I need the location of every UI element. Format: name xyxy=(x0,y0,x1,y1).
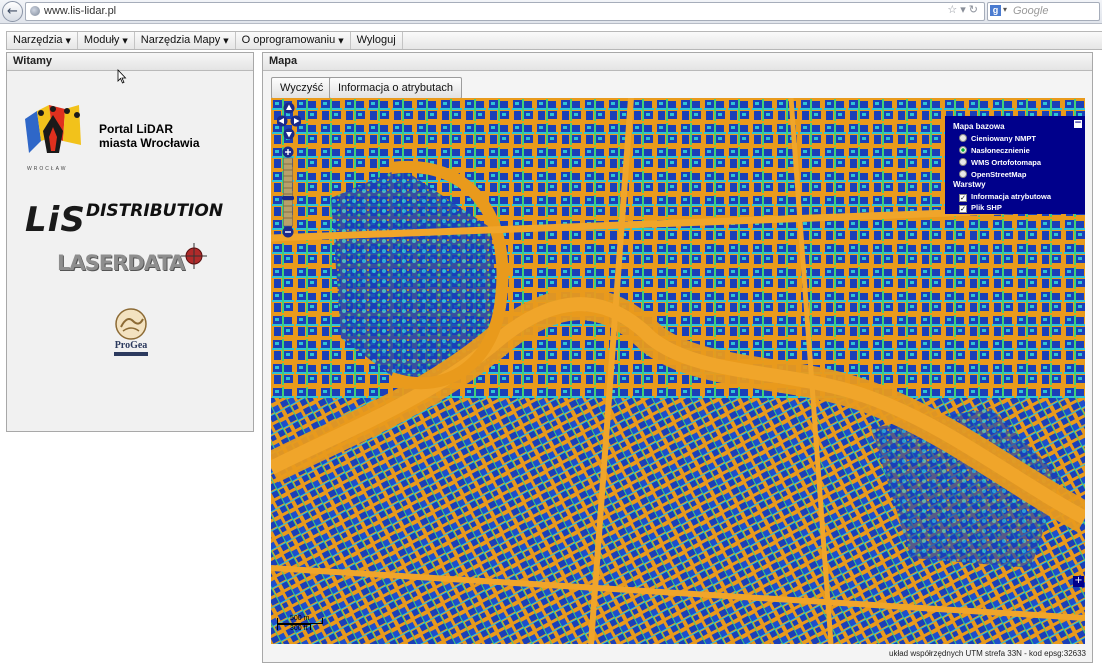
lis-logo-letters: LiS xyxy=(25,200,86,240)
address-bar[interactable]: www.lis-lidar.pl ☆▾↻ xyxy=(25,2,985,21)
overlay-option[interactable]: ✓ Plik SHP xyxy=(959,203,1002,213)
overview-map-toggle-icon[interactable]: + xyxy=(1073,576,1084,587)
progea-logo: ProGea xyxy=(111,307,151,357)
search-field[interactable]: g ▾ Google xyxy=(987,2,1100,21)
menu-label: Wyloguj xyxy=(356,34,396,46)
scale-bar-imperial: 300 ft xyxy=(277,624,311,632)
scale-label-imperial: 300 ft xyxy=(290,625,308,632)
base-layer-heading: Mapa bazowa xyxy=(953,122,1005,131)
menu-label: Moduły xyxy=(83,34,120,46)
radio-icon[interactable] xyxy=(959,170,967,178)
wroclaw-logo xyxy=(25,105,81,153)
globe-icon xyxy=(30,6,40,16)
url-text: www.lis-lidar.pl xyxy=(44,5,117,17)
google-icon[interactable]: g xyxy=(990,5,1001,16)
radio-icon[interactable] xyxy=(959,134,967,142)
base-layer-option[interactable]: OpenStreetMap xyxy=(959,170,1026,179)
menu-narzedzia-mapy[interactable]: Narzędzia Mapy ▼ xyxy=(135,32,236,49)
scale-label-metric: 500 m xyxy=(290,615,310,622)
base-layer-label: Cieniowany NMPT xyxy=(971,134,1037,143)
checkbox-checked-icon[interactable]: ✓ xyxy=(959,205,967,213)
base-layer-label: Nasłonecznienie xyxy=(971,146,1030,155)
welcome-panel: Witamy WROCŁAW Portal LiDAR miasta Wrocł… xyxy=(6,52,254,432)
chevron-down-icon: ▼ xyxy=(65,37,71,45)
progea-emblem-icon xyxy=(115,308,147,340)
crosshair-icon xyxy=(181,243,207,269)
menu-o-oprogramowaniu[interactable]: O oprogramowaniu ▼ xyxy=(236,32,351,49)
minimize-icon[interactable]: − xyxy=(1074,119,1082,128)
clear-button[interactable]: Wyczyść xyxy=(271,77,333,99)
checkbox-checked-icon[interactable]: ✓ xyxy=(959,194,967,202)
map-canvas[interactable]: 500 m 300 ft − Mapa bazowa Cieniowany NM… xyxy=(271,98,1085,644)
lis-logo-distribution: DISTRIBUTION xyxy=(86,201,224,221)
coordinate-system-status: układ współrzędnych UTM strefa 33N - kod… xyxy=(889,649,1086,658)
progea-text: ProGea xyxy=(114,340,148,351)
main-menu: Narzędzia ▼ Moduły ▼ Narzędzia Mapy ▼ O opr… xyxy=(6,31,1102,50)
menu-wyloguj[interactable]: Wyloguj xyxy=(351,32,403,49)
attribute-info-button[interactable]: Informacja o atrybutach xyxy=(329,77,462,99)
laserdata-text: LASERDATA xyxy=(57,251,185,275)
layer-switcher: − Mapa bazowa Cieniowany NMPT Nasłoneczn… xyxy=(945,116,1085,214)
base-layer-label: OpenStreetMap xyxy=(971,170,1027,179)
radio-selected-icon[interactable] xyxy=(959,146,967,154)
back-button[interactable]: ← xyxy=(2,1,23,22)
portal-title: Portal LiDAR miasta Wrocławia xyxy=(99,122,239,150)
bookmark-star-icon[interactable]: ☆▾↻ xyxy=(947,3,981,16)
search-placeholder: Google xyxy=(1013,5,1049,17)
menu-moduly[interactable]: Moduły ▼ xyxy=(78,32,135,49)
overlay-heading: Warstwy xyxy=(953,180,986,189)
lis-distribution-logo: LiS DISTRIBUTION xyxy=(25,200,250,240)
menu-label: Narzędzia xyxy=(13,34,63,46)
portal-title-line2: miasta Wrocławia xyxy=(99,136,200,150)
zoom-handle[interactable] xyxy=(282,196,294,200)
chevron-down-icon: ▼ xyxy=(122,37,128,45)
menu-narzedzia[interactable]: Narzędzia ▼ xyxy=(7,32,78,49)
scale-line: 500 m 300 ft xyxy=(277,615,323,632)
overlay-label: Plik SHP xyxy=(971,203,1002,212)
mouse-cursor-icon xyxy=(117,69,127,84)
chevron-down-icon[interactable]: ▾ xyxy=(1003,5,1007,14)
wroclaw-caption: WROCŁAW xyxy=(27,166,68,172)
portal-title-line1: Portal LiDAR xyxy=(99,122,174,136)
pan-control[interactable] xyxy=(277,102,301,140)
overlay-label: Informacja atrybutowa xyxy=(971,192,1052,201)
menu-label: Narzędzia Mapy xyxy=(140,34,221,46)
base-layer-option[interactable]: Cieniowany NMPT xyxy=(959,134,1036,143)
chevron-down-icon: ▼ xyxy=(223,37,229,45)
menu-label: O oprogramowaniu xyxy=(241,34,336,46)
browser-toolbar: ← www.lis-lidar.pl ☆▾↻ g ▾ Google xyxy=(0,0,1102,24)
base-layer-option[interactable]: Nasłonecznienie xyxy=(959,146,1030,155)
welcome-panel-title: Witamy xyxy=(7,53,253,71)
map-panel: Mapa Wyczyść Informacja o atrybutach 500… xyxy=(262,52,1093,663)
map-panel-title: Mapa xyxy=(263,53,1092,71)
base-layer-option[interactable]: WMS Ortofotomapa xyxy=(959,158,1041,167)
chevron-down-icon: ▼ xyxy=(338,37,344,45)
laserdata-logo: LASERDATA xyxy=(57,243,207,275)
overlay-option[interactable]: ✓ Informacja atrybutowa xyxy=(959,192,1051,202)
zoom-slider[interactable] xyxy=(282,146,294,238)
progea-consulting-bar xyxy=(114,352,148,356)
radio-icon[interactable] xyxy=(959,158,967,166)
base-layer-label: WMS Ortofotomapa xyxy=(971,158,1041,167)
